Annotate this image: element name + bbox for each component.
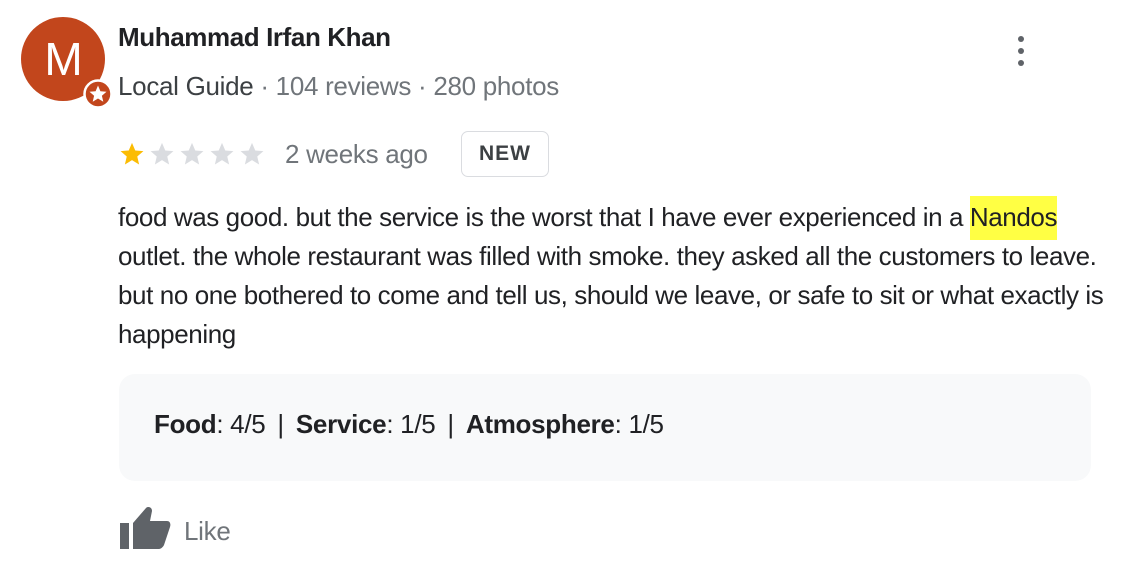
separator: | bbox=[447, 409, 454, 439]
star-empty-icon bbox=[240, 142, 264, 165]
atmosphere-rating-value: : 1/5 bbox=[614, 409, 664, 439]
like-label: Like bbox=[184, 516, 231, 546]
star-empty-icon bbox=[180, 142, 204, 165]
like-button[interactable]: Like bbox=[119, 503, 249, 549]
food-rating-value: : 4/5 bbox=[216, 409, 266, 439]
star-rating bbox=[117, 140, 267, 168]
highlighted-term: Nandos bbox=[969, 196, 1057, 240]
reviewer-name[interactable]: Muhammad Irfan Khan bbox=[118, 22, 391, 53]
service-rating-value: : 1/5 bbox=[386, 409, 436, 439]
local-guide-label: Local Guide bbox=[118, 71, 254, 101]
review-time: 2 weeks ago bbox=[285, 139, 428, 169]
new-badge: NEW bbox=[461, 131, 549, 177]
star-empty-icon bbox=[150, 142, 174, 165]
star-filled-icon bbox=[120, 142, 144, 165]
review-text: food was good. but the service is the wo… bbox=[118, 196, 1108, 354]
separator: | bbox=[277, 409, 284, 439]
photo-count: · 280 photos bbox=[411, 71, 559, 101]
star-empty-icon bbox=[210, 142, 234, 165]
thumbs-up-icon bbox=[120, 507, 171, 549]
service-rating-label: Service bbox=[295, 409, 387, 439]
review-text-part: outlet. the whole restaurant was filled … bbox=[118, 241, 1104, 349]
attribute-ratings-box: Food: 4/5 | Service: 1/5 | Atmosphere: 1/5 bbox=[119, 374, 1091, 481]
reviewer-meta: Local Guide · 104 reviews · 280 photos bbox=[118, 71, 559, 102]
local-guide-star-icon bbox=[83, 79, 113, 109]
avatar[interactable]: M bbox=[21, 17, 113, 109]
more-options-button[interactable] bbox=[1006, 32, 1036, 70]
attribute-ratings: Food: 4/5 | Service: 1/5 | Atmosphere: 1/5 bbox=[154, 409, 664, 440]
review-count: · 104 reviews bbox=[253, 71, 412, 101]
atmosphere-rating-label: Atmosphere bbox=[465, 409, 615, 439]
review-text-part: food was good. but the service is the wo… bbox=[118, 202, 970, 232]
food-rating-label: Food bbox=[154, 409, 217, 439]
